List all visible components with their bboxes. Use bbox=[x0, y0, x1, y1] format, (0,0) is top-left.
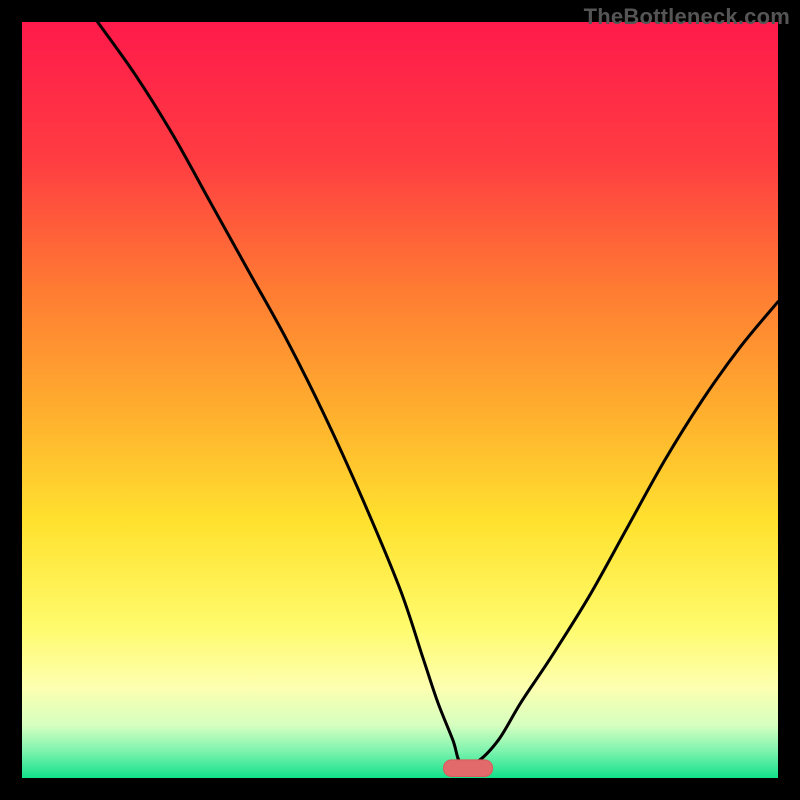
chart-svg bbox=[22, 22, 778, 778]
plot-area bbox=[22, 22, 778, 778]
gradient-background bbox=[22, 22, 778, 778]
minimum-marker bbox=[443, 760, 492, 777]
chart-frame: TheBottleneck.com bbox=[0, 0, 800, 800]
watermark-text: TheBottleneck.com bbox=[584, 4, 790, 30]
